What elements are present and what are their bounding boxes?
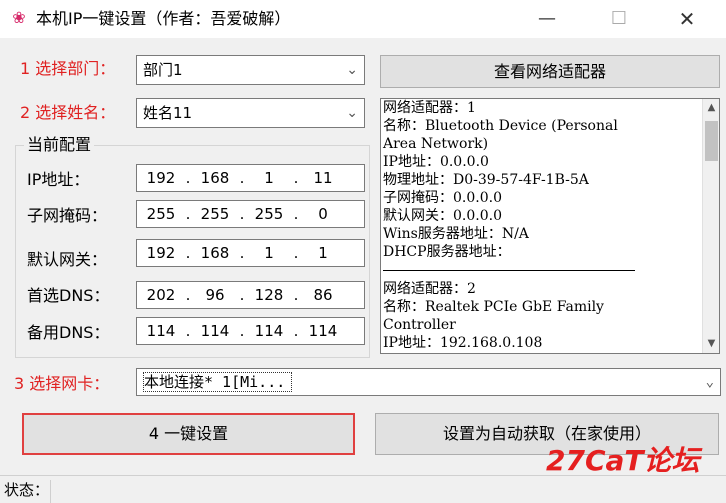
- status-label: 状态：: [4, 481, 50, 499]
- octet[interactable]: 96: [191, 286, 239, 304]
- scroll-down-icon[interactable]: ▼: [703, 335, 719, 353]
- chevron-down-icon: ⌄: [346, 62, 358, 78]
- ip-address-field[interactable]: 192. 168. 1. 11: [136, 164, 365, 192]
- octet[interactable]: 1: [299, 244, 347, 262]
- primary-dns-label: 首选DNS：: [27, 286, 110, 305]
- info-line: DHCP服务器地址：: [383, 244, 511, 260]
- gateway-label: 默认网关：: [27, 250, 108, 269]
- subnet-mask-field[interactable]: 255. 255. 255. 0: [136, 200, 365, 228]
- octet[interactable]: 128: [245, 286, 293, 304]
- info-line: IP地址：0.0.0.0: [383, 154, 489, 170]
- info-line: Area Network): [383, 136, 489, 152]
- info-line: 网络适配器：2: [383, 281, 476, 297]
- scroll-up-icon[interactable]: ▲: [703, 99, 719, 117]
- status-field: [50, 480, 726, 503]
- department-value: 部门1: [143, 61, 183, 79]
- scroll-thumb[interactable]: [705, 121, 718, 161]
- department-label: 1 选择部门：: [20, 59, 116, 78]
- name-value: 姓名11: [143, 104, 193, 122]
- nic-select[interactable]: 本地连接* 1[Mi... ⌄: [136, 368, 721, 396]
- ip-label: IP地址：: [27, 170, 90, 189]
- flower-icon: ❀: [12, 8, 26, 27]
- info-line: IP地址：192.168.0.108: [383, 335, 543, 351]
- watermark: 27CaT论坛: [546, 444, 700, 477]
- octet[interactable]: 86: [299, 286, 347, 304]
- name-select[interactable]: 姓名11 ⌄: [136, 98, 365, 128]
- octet[interactable]: 255: [191, 205, 239, 223]
- secondary-dns-label: 备用DNS：: [27, 323, 110, 342]
- view-adapters-button[interactable]: 查看网络适配器: [380, 55, 720, 88]
- window-title: 本机IP一键设置（作者：吾爱破解）: [36, 9, 291, 28]
- vertical-scrollbar[interactable]: ▲ ▼: [702, 99, 719, 353]
- octet[interactable]: 114: [191, 322, 239, 340]
- octet[interactable]: 192: [137, 169, 185, 187]
- octet[interactable]: 255: [137, 205, 185, 223]
- octet[interactable]: 1: [245, 169, 293, 187]
- octet[interactable]: 0: [299, 205, 347, 223]
- subnet-label: 子网掩码：: [27, 206, 108, 225]
- nic-value: 本地连接* 1[Mi...: [143, 372, 293, 392]
- close-button[interactable]: ✕: [664, 0, 710, 38]
- minimize-button[interactable]: —: [524, 0, 570, 38]
- nic-label: 3 选择网卡：: [14, 374, 110, 393]
- octet[interactable]: 255: [245, 205, 293, 223]
- separator-line: [383, 261, 635, 271]
- chevron-down-icon: ⌄: [705, 374, 714, 390]
- primary-dns-field[interactable]: 202. 96. 128. 86: [136, 281, 365, 309]
- octet[interactable]: 114: [299, 322, 347, 340]
- octet[interactable]: 11: [299, 169, 347, 187]
- info-line: 名称：Realtek PCIe GbE Family: [383, 299, 604, 315]
- octet[interactable]: 114: [245, 322, 293, 340]
- info-line: Wins服务器地址：N/A: [383, 226, 529, 242]
- info-line: 子网掩码：0.0.0.0: [383, 190, 502, 206]
- octet[interactable]: 1: [245, 244, 293, 262]
- info-line: 物理地址：D0-39-57-4F-1B-5A: [383, 172, 589, 188]
- adapter-info-text: 网络适配器：1 名称：Bluetooth Device (Personal Area…: [383, 99, 688, 352]
- octet[interactable]: 192: [137, 244, 185, 262]
- group-title: 当前配置: [24, 134, 95, 156]
- info-line: 默认网关：0.0.0.0: [383, 208, 502, 224]
- apply-button[interactable]: 4 一键设置: [22, 413, 355, 455]
- octet[interactable]: 168: [191, 169, 239, 187]
- department-select[interactable]: 部门1 ⌄: [136, 55, 365, 85]
- maximize-button[interactable]: ☐: [596, 0, 642, 38]
- chevron-down-icon: ⌄: [346, 105, 358, 121]
- info-line: Controller: [383, 317, 456, 333]
- adapter-info-textarea[interactable]: 网络适配器：1 名称：Bluetooth Device (Personal Area…: [380, 98, 720, 354]
- gateway-field[interactable]: 192. 168. 1. 1: [136, 239, 365, 267]
- octet[interactable]: 114: [137, 322, 185, 340]
- octet[interactable]: 202: [137, 286, 185, 304]
- octet[interactable]: 168: [191, 244, 239, 262]
- name-label: 2 选择姓名：: [20, 103, 116, 122]
- secondary-dns-field[interactable]: 114. 114. 114. 114: [136, 317, 365, 345]
- info-line: 名称：Bluetooth Device (Personal: [383, 118, 618, 134]
- info-line: 网络适配器：1: [383, 100, 476, 116]
